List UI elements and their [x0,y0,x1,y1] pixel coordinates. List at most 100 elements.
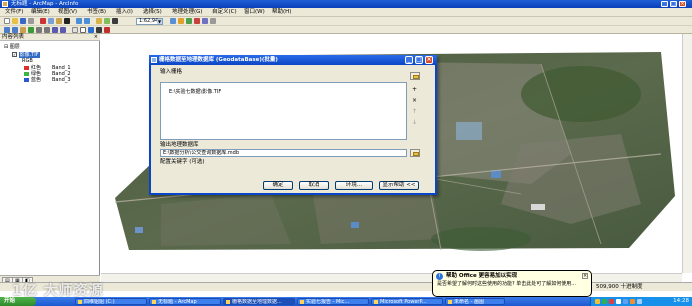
cut-icon[interactable] [40,18,46,24]
balloon-title: 帮助 Office 更容易加以实现 [446,273,518,279]
menu-view[interactable]: 视图(V) [58,9,77,16]
collapse-icon[interactable]: ⊟ [4,44,8,50]
delete-icon[interactable] [64,18,70,24]
dialog-minimize-button[interactable]: _ [405,56,413,64]
task-label: Microsoft PowerP... [380,299,427,305]
notification-balloon[interactable]: i 帮助 Office 更容易加以实现 × 是否希望了解何时这些使用的功能? 单… [432,270,592,297]
dialog-close-button[interactable]: × [425,56,433,64]
menu-selection[interactable]: 选择(S) [143,9,162,16]
task-button-word[interactable]: 实验七报告 - Mic... [297,298,369,305]
map-scale-combobox[interactable]: 1:62,94 ▼ [136,18,163,25]
paint-icon [448,300,452,304]
python-window-icon[interactable] [202,18,208,24]
security-icon[interactable] [609,299,614,304]
layer-visibility-checkbox[interactable]: ✓ [12,52,17,57]
environments-button[interactable]: 环境... [335,181,373,190]
task-button-powerpoint[interactable]: Microsoft PowerP... [371,298,443,305]
map-vertical-scrollbar[interactable] [682,34,692,273]
minimize-button[interactable]: _ [661,1,668,7]
menu-windows[interactable]: 窗口(W) [244,9,265,16]
task-label: 无标题 - ArcMap [158,299,197,305]
list-item[interactable]: E:\实验七数据\影像.TIF [169,89,221,95]
zoom-in-icon[interactable] [4,27,10,33]
zoom-in-tool-icon[interactable] [112,18,118,24]
catalog-icon[interactable] [186,18,192,24]
fixed-zoom-out-icon[interactable] [44,27,50,33]
close-icon[interactable]: × [94,34,98,41]
menu-insert[interactable]: 插入(I) [116,9,133,16]
volume-icon[interactable] [616,299,621,304]
close-button[interactable]: × [679,1,686,7]
network-icon[interactable] [595,299,600,304]
start-button[interactable]: 开始 [0,297,36,306]
menu-bookmarks[interactable]: 书签(B) [87,9,106,16]
browse-input-button[interactable] [410,72,420,80]
layers-root-item[interactable]: ⊟ 图层 [4,45,20,50]
modelbuilder-icon[interactable] [210,18,216,24]
menu-file[interactable]: 文件(F) [5,9,23,16]
select-features-icon[interactable] [72,27,78,33]
full-extent-icon[interactable] [28,27,34,33]
chevron-down-icon[interactable]: ▼ [157,19,162,24]
antivirus-icon[interactable] [602,299,607,304]
arcmap-icon [152,300,156,304]
add-item-button[interactable]: + [410,86,419,94]
find-icon[interactable] [96,27,102,33]
back-extent-icon[interactable] [52,27,58,33]
add-data-icon[interactable] [96,18,102,24]
word-icon [300,300,304,304]
undo-icon[interactable] [76,18,82,24]
task-button-arcmap[interactable]: 无标题 - ArcMap [149,298,221,305]
browse-output-button[interactable] [410,149,420,157]
show-help-button[interactable]: 显示帮助 << [379,181,419,190]
paste-icon[interactable] [56,18,62,24]
windows-taskbar: 开始 四维姐姐 (C:) 无标题 - ArcMap 栅格数据至地理数据... 实… [0,297,692,306]
editor-toolbar-icon[interactable] [170,18,176,24]
fixed-zoom-in-icon[interactable] [36,27,42,33]
tool-icon [151,57,157,63]
folder-icon [78,300,82,304]
identify-icon[interactable] [88,27,94,33]
tools-toolbar [0,26,692,34]
copy-icon[interactable] [48,18,54,24]
output-geodatabase-field[interactable]: E:\数据分析\公交查询数据库.mdb [160,149,407,157]
new-document-icon[interactable] [4,18,10,24]
menu-help[interactable]: 帮助(H) [272,9,291,16]
office-icon[interactable] [630,299,635,304]
move-down-button[interactable]: ↓ [410,119,419,127]
map-horizontal-scrollbar[interactable] [101,273,682,282]
folder-icon [413,152,419,156]
move-up-button[interactable]: ↑ [410,108,419,116]
input-rasters-label: 输入栅格 [160,69,183,75]
open-folder-icon[interactable] [12,18,18,24]
menu-customize[interactable]: 自定义(C) [212,9,237,16]
measure-icon[interactable] [104,27,110,33]
layer-icon[interactable] [104,18,110,24]
arctoolbox-icon[interactable] [178,18,184,24]
balloon-close-button[interactable]: × [582,273,588,279]
map-scale-value: 1:62,94 [139,18,159,24]
update-icon[interactable] [637,299,642,304]
zoom-out-icon[interactable] [12,27,18,33]
task-button-tool-dialog[interactable]: 栅格数据至地理数据... [223,298,295,305]
maximize-button[interactable]: □ [670,1,677,7]
folder-icon [413,75,419,79]
save-icon[interactable] [20,18,26,24]
task-button-paint[interactable]: 未命名 - 画图 [445,298,505,305]
menu-edit[interactable]: 编辑(E) [31,9,50,16]
redo-icon[interactable] [84,18,90,24]
task-button-explorer[interactable]: 四维姐姐 (C:) [75,298,147,305]
cancel-button[interactable]: 取消 [299,181,329,190]
print-icon[interactable] [28,18,34,24]
search-icon[interactable] [194,18,200,24]
pan-icon[interactable] [20,27,26,33]
dialog-maximize-button[interactable]: □ [415,56,423,64]
table-of-contents-panel: 内容列表 × ⊟ 图层 ✓ 影像.TIF RGB 红色 Band_1 绿色 Ba… [0,34,100,284]
forward-extent-icon[interactable] [60,27,66,33]
ok-button[interactable]: 确定 [263,181,293,190]
ime-icon[interactable] [623,299,628,304]
menu-geoprocessing[interactable]: 地理处理(G) [172,9,203,16]
select-elements-icon[interactable] [80,27,86,33]
input-rasters-list[interactable]: E:\实验七数据\影像.TIF [160,82,407,140]
remove-item-button[interactable]: × [410,97,419,105]
